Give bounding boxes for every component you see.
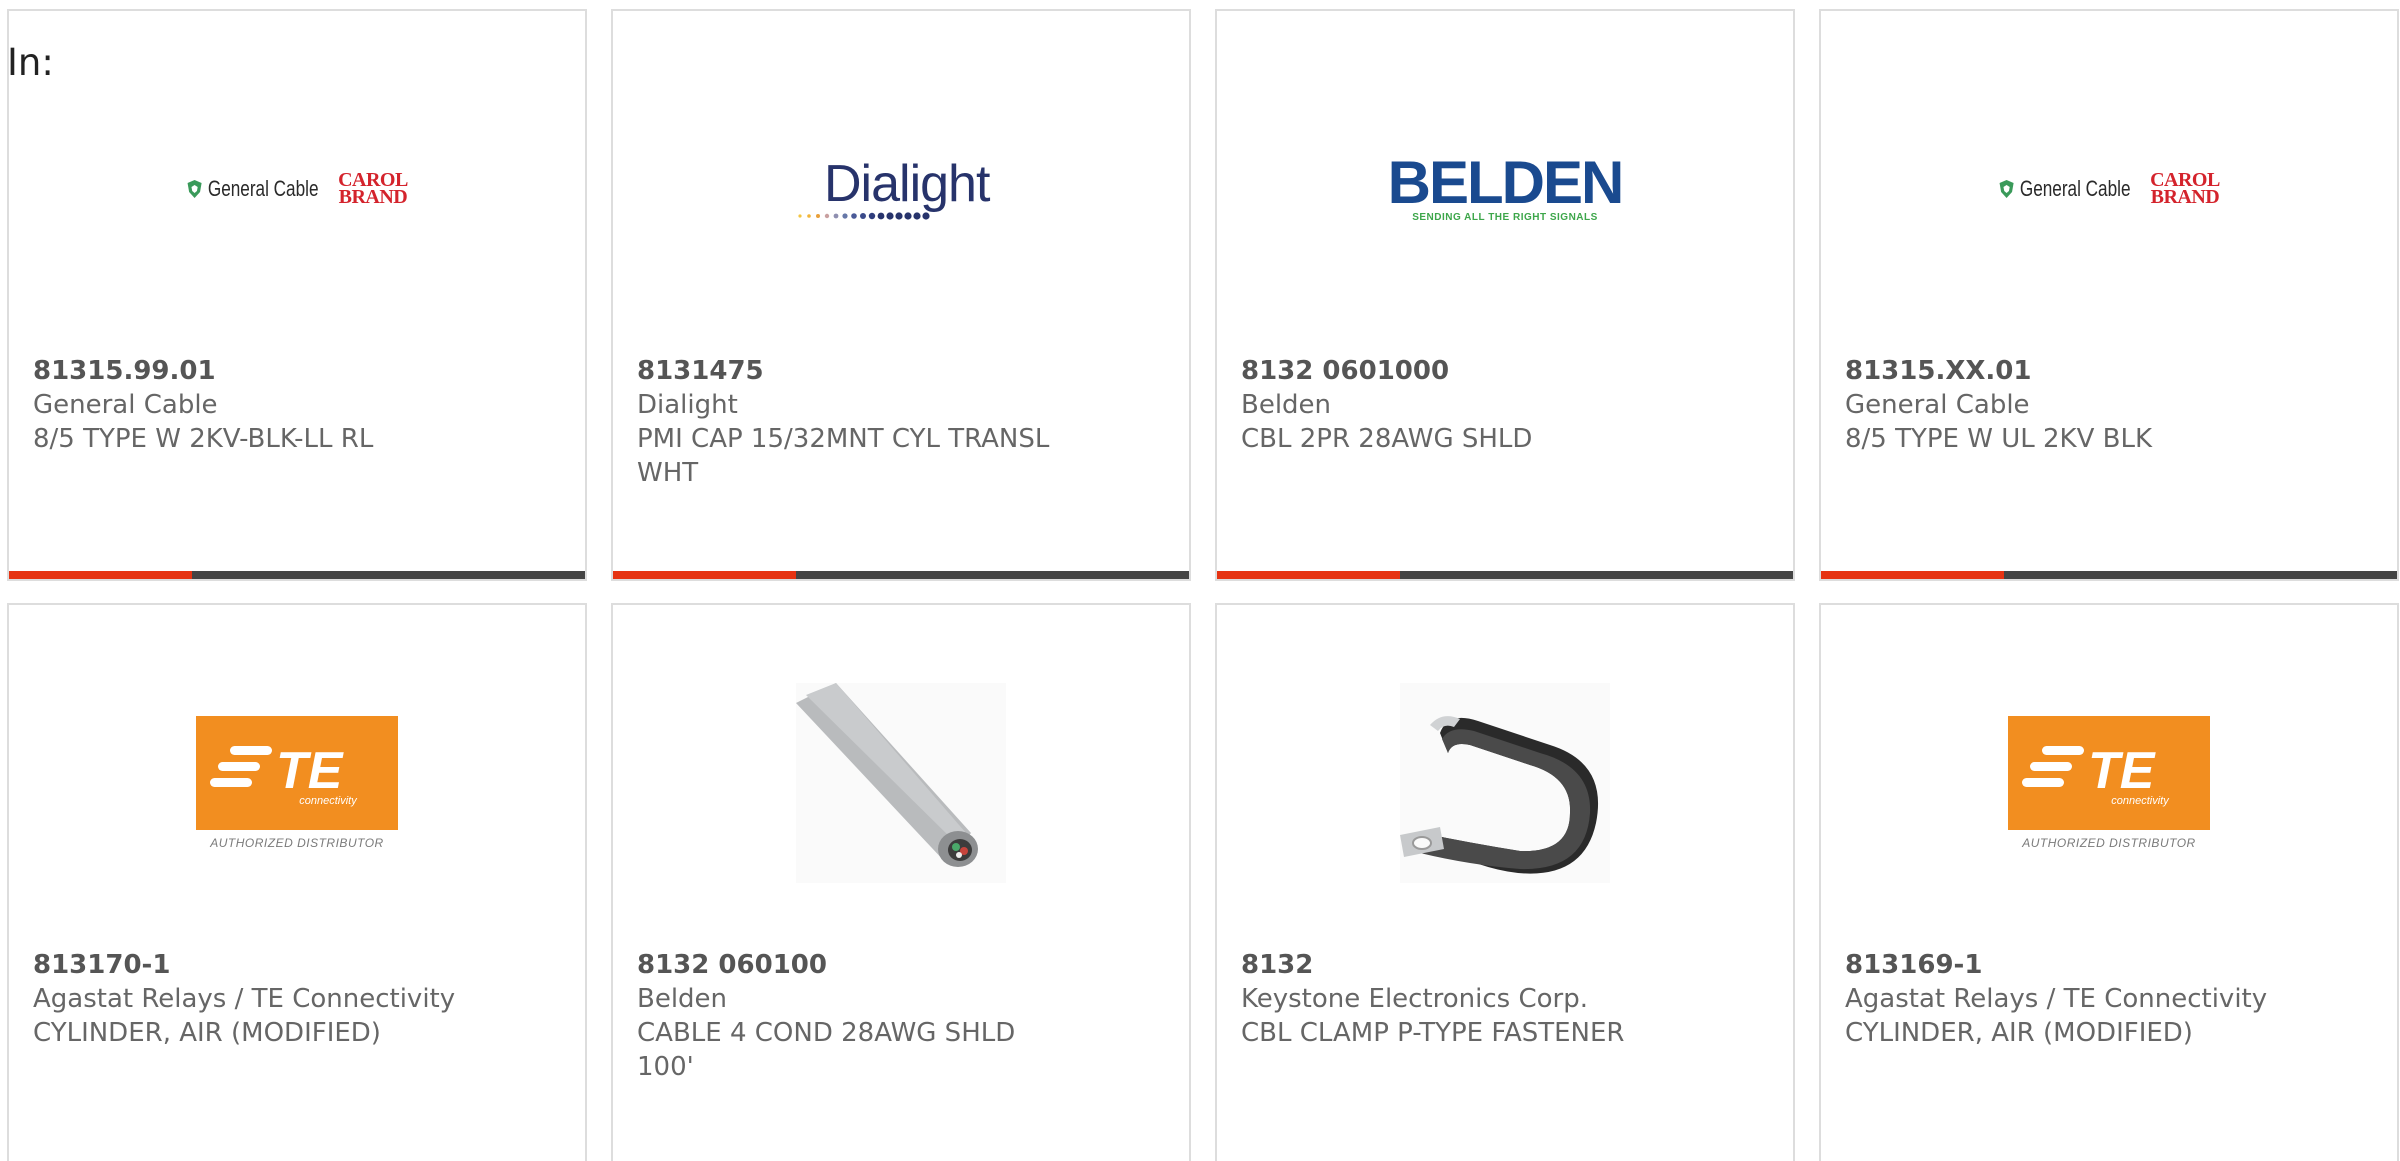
product-image: General Cable CAROL BRAND (1821, 71, 2397, 306)
general-cable-logo: General Cable CAROL BRAND (186, 170, 408, 207)
manufacturer: Belden (1241, 390, 1332, 420)
part-number[interactable]: 81315.XX.01 (1845, 354, 2285, 388)
manufacturer: Belden (637, 984, 728, 1014)
product-info: 8132 Keystone Electronics Corp. CBL CLAM… (1241, 948, 1681, 1050)
manufacturer: Dialight (637, 390, 738, 420)
shield-icon (187, 179, 202, 198)
product-card[interactable]: General Cable CAROL BRAND 81315.99.01 Gen… (7, 9, 587, 581)
product-image: BELDEN SENDING ALL THE RIGHT SIGNALS (1217, 71, 1793, 306)
card-hover-bar (9, 571, 585, 579)
product-card[interactable]: BELDEN SENDING ALL THE RIGHT SIGNALS 813… (1215, 9, 1795, 581)
part-number[interactable]: 8131475 (637, 354, 1077, 388)
te-mark-icon: TE connectivity (2022, 742, 2170, 807)
search-results-page: In: General Cable CAROL BRAND 81315.99.0… (0, 0, 2400, 1161)
product-info: 813169-1 Agastat Relays / TE Connectivit… (1845, 948, 2285, 1050)
filter-in-label: In: (7, 41, 54, 84)
dots-icon (798, 211, 930, 220)
svg-text:connectivity: connectivity (2111, 795, 2170, 807)
product-image: Dialight (613, 71, 1189, 306)
dialight-logo: Dialight (796, 154, 1006, 224)
product-info: 8131475 Dialight PMI CAP 15/32MNT CYL TR… (637, 354, 1077, 490)
product-grid: General Cable CAROL BRAND 81315.99.01 Gen… (7, 9, 2399, 1161)
product-description: CABLE 4 COND 28AWG SHLD 100' (637, 1018, 1016, 1082)
belden-logo: BELDEN SENDING ALL THE RIGHT SIGNALS (1387, 149, 1625, 224)
product-description: CYLINDER, AIR (MODIFIED) (33, 1018, 381, 1048)
product-description: CYLINDER, AIR (MODIFIED) (1845, 1018, 2193, 1048)
part-number[interactable]: 8132 0601000 (1241, 354, 1681, 388)
manufacturer: General Cable (1845, 390, 2030, 420)
product-info: 81315.99.01 General Cable 8/5 TYPE W 2KV… (33, 354, 473, 456)
manufacturer: Keystone Electronics Corp. (1241, 984, 1589, 1014)
product-image (1217, 665, 1793, 900)
product-info: 81315.XX.01 General Cable 8/5 TYPE W UL … (1845, 354, 2285, 456)
product-description: CBL 2PR 28AWG SHLD (1241, 424, 1533, 454)
product-image (613, 665, 1189, 900)
manufacturer: Agastat Relays / TE Connectivity (1845, 984, 2268, 1014)
svg-text:TE: TE (276, 742, 344, 800)
general-cable-logo: General Cable CAROL BRAND (1998, 170, 2220, 207)
part-number[interactable]: 813169-1 (1845, 948, 2285, 982)
card-hover-bar (1217, 571, 1793, 579)
card-hover-bar (613, 571, 1189, 579)
svg-text:connectivity: connectivity (299, 795, 358, 807)
product-card[interactable]: TE connectivity AUTHORIZED DISTRIBUTOR 8… (1819, 603, 2399, 1161)
product-card[interactable]: 8132 060100 Belden CABLE 4 COND 28AWG SH… (611, 603, 1191, 1161)
product-card[interactable]: Dialight 8131475 Dialight PMI CAP 15/32M… (611, 9, 1191, 581)
product-info: 8132 0601000 Belden CBL 2PR 28AWG SHLD (1241, 354, 1681, 456)
product-card[interactable]: TE connectivity AUTHORIZED DISTRIBUTOR 8… (7, 603, 587, 1161)
product-card[interactable]: 8132 Keystone Electronics Corp. CBL CLAM… (1215, 603, 1795, 1161)
product-description: 8/5 TYPE W UL 2KV BLK (1845, 424, 2153, 454)
part-number[interactable]: 8132 (1241, 948, 1681, 982)
part-number[interactable]: 8132 060100 (637, 948, 1077, 982)
manufacturer: Agastat Relays / TE Connectivity (33, 984, 456, 1014)
product-card[interactable]: General Cable CAROL BRAND 81315.XX.01 Gen… (1819, 9, 2399, 581)
part-number[interactable]: 81315.99.01 (33, 354, 473, 388)
product-description: PMI CAP 15/32MNT CYL TRANSL WHT (637, 424, 1050, 488)
te-mark-icon: TE connectivity (210, 742, 358, 807)
product-image: TE connectivity AUTHORIZED DISTRIBUTOR (9, 665, 585, 900)
p-clamp-photo (1400, 682, 1610, 883)
part-number[interactable]: 813170-1 (33, 948, 473, 982)
card-hover-bar (1821, 571, 2397, 579)
product-image: General Cable CAROL BRAND (9, 71, 585, 306)
product-description: 8/5 TYPE W 2KV-BLK-LL RL (33, 424, 374, 454)
svg-text:TE: TE (2088, 742, 2156, 800)
shield-icon (1999, 179, 2014, 198)
te-connectivity-logo: TE connectivity AUTHORIZED DISTRIBUTOR (196, 715, 398, 850)
manufacturer: General Cable (33, 390, 218, 420)
product-info: 8132 060100 Belden CABLE 4 COND 28AWG SH… (637, 948, 1077, 1084)
te-connectivity-logo: TE connectivity AUTHORIZED DISTRIBUTOR (2008, 715, 2210, 850)
product-image: TE connectivity AUTHORIZED DISTRIBUTOR (1821, 665, 2397, 900)
product-info: 813170-1 Agastat Relays / TE Connectivit… (33, 948, 473, 1050)
gray-cable-photo (796, 682, 1006, 883)
product-description: CBL CLAMP P-TYPE FASTENER (1241, 1018, 1625, 1048)
